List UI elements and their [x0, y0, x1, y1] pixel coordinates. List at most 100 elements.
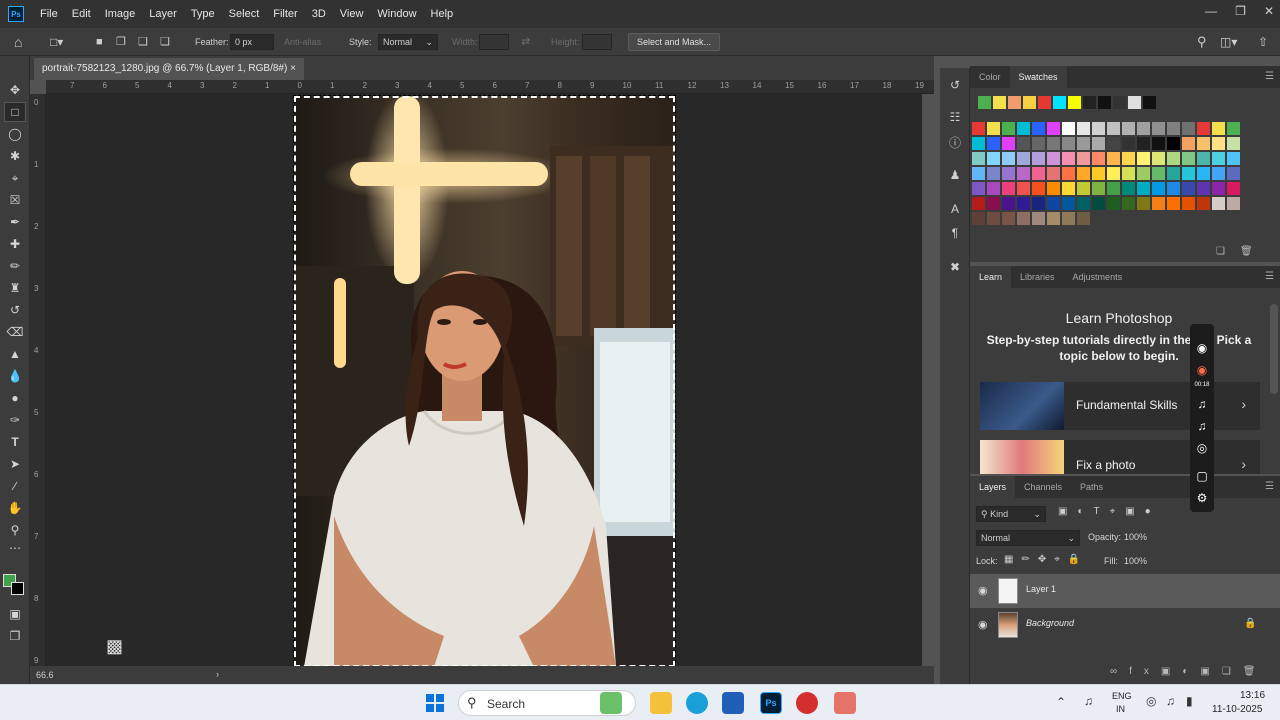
color-swatch[interactable]: [1107, 182, 1120, 195]
glyphs-panel-icon[interactable]: ♟: [946, 166, 964, 184]
new-selection-icon[interactable]: ■: [96, 28, 103, 56]
menu-select[interactable]: Select: [222, 0, 267, 28]
color-swatch[interactable]: [1032, 122, 1045, 135]
webcam-icon[interactable]: ◎: [1194, 440, 1210, 456]
color-swatch[interactable]: [1122, 182, 1135, 195]
opacity-value[interactable]: 100%: [1124, 532, 1147, 542]
paint-bucket-tool-icon[interactable]: ▲: [4, 344, 26, 364]
color-swatch[interactable]: [987, 167, 1000, 180]
search-icon[interactable]: ⚲: [1197, 28, 1207, 56]
marquee-selection[interactable]: [293, 95, 676, 668]
color-swatch[interactable]: [1227, 167, 1240, 180]
crop-tool-icon[interactable]: ⌖: [4, 168, 26, 188]
color-swatch[interactable]: [1002, 167, 1015, 180]
menu-layer[interactable]: Layer: [142, 0, 184, 28]
store-icon[interactable]: [722, 692, 744, 714]
new-swatch-icon[interactable]: ❏: [1216, 246, 1225, 257]
color-swatch[interactable]: [1122, 152, 1135, 165]
marquee-preset-icon[interactable]: □▾: [50, 28, 63, 56]
color-swatch[interactable]: [1137, 137, 1150, 150]
color-swatch[interactable]: [1152, 197, 1165, 210]
taskbar-date[interactable]: 11-10-2025: [1212, 704, 1262, 715]
app-taskbar-icon[interactable]: [834, 692, 856, 714]
tab-libraries[interactable]: Libraries: [1011, 266, 1064, 288]
properties-panel-icon[interactable]: ☷: [946, 108, 964, 126]
card-fundamental-skills[interactable]: Fundamental Skills ›: [980, 382, 1260, 430]
quick-selection-tool-icon[interactable]: ✱: [4, 146, 26, 166]
healing-brush-tool-icon[interactable]: ✚: [4, 234, 26, 254]
file-explorer-icon[interactable]: [650, 692, 672, 714]
menu-filter[interactable]: Filter: [266, 0, 304, 28]
color-swatch[interactable]: [1083, 96, 1096, 109]
color-swatch[interactable]: [1077, 182, 1090, 195]
color-swatch[interactable]: [1002, 122, 1015, 135]
paragraph-panel-icon[interactable]: ¶: [946, 224, 964, 242]
dodge-tool-icon[interactable]: ●: [4, 388, 26, 408]
pen-tool-icon[interactable]: ✑: [4, 410, 26, 430]
panel-menu-icon[interactable]: ☰: [1265, 482, 1274, 492]
microphone-tray-icon[interactable]: ♫: [1084, 694, 1093, 708]
taskbar-time[interactable]: 13:16: [1240, 690, 1265, 701]
color-swatch[interactable]: [1167, 182, 1180, 195]
visibility-eye-icon[interactable]: ◉: [978, 584, 988, 597]
menu-help[interactable]: Help: [424, 0, 461, 28]
color-swatch[interactable]: [972, 182, 985, 195]
color-swatch[interactable]: [1122, 197, 1135, 210]
color-swatch[interactable]: [1047, 197, 1060, 210]
delete-swatch-icon[interactable]: 🗑: [1240, 246, 1253, 257]
zoom-tool-icon[interactable]: ⚲: [4, 520, 26, 540]
tool-presets-icon[interactable]: ✖: [946, 258, 964, 276]
color-swatch[interactable]: [1182, 152, 1195, 165]
color-swatch[interactable]: [1032, 212, 1045, 225]
color-swatch[interactable]: [987, 152, 1000, 165]
antialias-checkbox[interactable]: Anti-alias: [284, 28, 321, 56]
workspace-icon[interactable]: ◫▾: [1220, 28, 1237, 56]
color-swatch[interactable]: [1137, 182, 1150, 195]
intersect-selection-icon[interactable]: ❏: [160, 28, 170, 56]
learn-scrollbar[interactable]: [1270, 304, 1278, 394]
screen-icon[interactable]: ▢: [1194, 468, 1210, 484]
lang-top[interactable]: ENG: [1112, 691, 1132, 701]
color-swatch[interactable]: [1092, 197, 1105, 210]
camera-icon[interactable]: ◉: [1194, 340, 1210, 356]
layer-row-background[interactable]: ◉ Background 🔒: [970, 608, 1280, 642]
color-swatch[interactable]: [1032, 182, 1045, 195]
color-swatch[interactable]: [1092, 167, 1105, 180]
blend-mode-select[interactable]: Normal ⌄: [976, 530, 1080, 546]
color-swatch[interactable]: [1047, 122, 1060, 135]
color-swatch[interactable]: [1197, 137, 1210, 150]
color-swatch[interactable]: [1092, 152, 1105, 165]
color-swatch[interactable]: [1167, 152, 1180, 165]
color-swatch[interactable]: [1017, 197, 1030, 210]
color-swatch[interactable]: [1137, 152, 1150, 165]
color-swatch[interactable]: [972, 197, 985, 210]
color-swatch[interactable]: [1137, 167, 1150, 180]
close-icon[interactable]: ✕: [1264, 4, 1274, 18]
record-icon[interactable]: ◉: [1194, 362, 1210, 378]
color-swatch[interactable]: [1062, 212, 1075, 225]
photoshop-taskbar-icon[interactable]: Ps: [760, 692, 782, 714]
minimize-icon[interactable]: —: [1205, 4, 1217, 18]
color-swatch[interactable]: [1098, 96, 1111, 109]
eyedropper-tool-icon[interactable]: ✒: [4, 212, 26, 232]
move-tool-icon[interactable]: ✥: [4, 80, 26, 100]
layer-filter-icons[interactable]: ▣◐T⌖▣●: [1058, 506, 1161, 517]
layer-action-icons[interactable]: ∞fx▣◐▣❏🗑: [1110, 666, 1268, 677]
color-swatch[interactable]: [972, 152, 985, 165]
color-swatch[interactable]: [1077, 167, 1090, 180]
frame-tool-icon[interactable]: ☒: [4, 190, 26, 210]
visibility-eye-icon[interactable]: ◉: [978, 618, 988, 631]
color-swatch[interactable]: [1212, 137, 1225, 150]
blur-tool-icon[interactable]: 💧: [4, 366, 26, 386]
recorder-taskbar-icon[interactable]: [796, 692, 818, 714]
tab-layers[interactable]: Layers: [970, 476, 1016, 498]
status-expand-icon[interactable]: ›: [216, 669, 219, 679]
color-swatch[interactable]: [1227, 137, 1240, 150]
card-fix-a-photo[interactable]: Fix a photo ›: [980, 440, 1260, 474]
height-input[interactable]: [582, 34, 612, 50]
color-swatch[interactable]: [1167, 197, 1180, 210]
zoom-level[interactable]: 66.6: [36, 670, 54, 680]
color-swatch[interactable]: [1212, 122, 1225, 135]
color-swatch[interactable]: [1212, 182, 1225, 195]
color-swatch[interactable]: [987, 212, 1000, 225]
